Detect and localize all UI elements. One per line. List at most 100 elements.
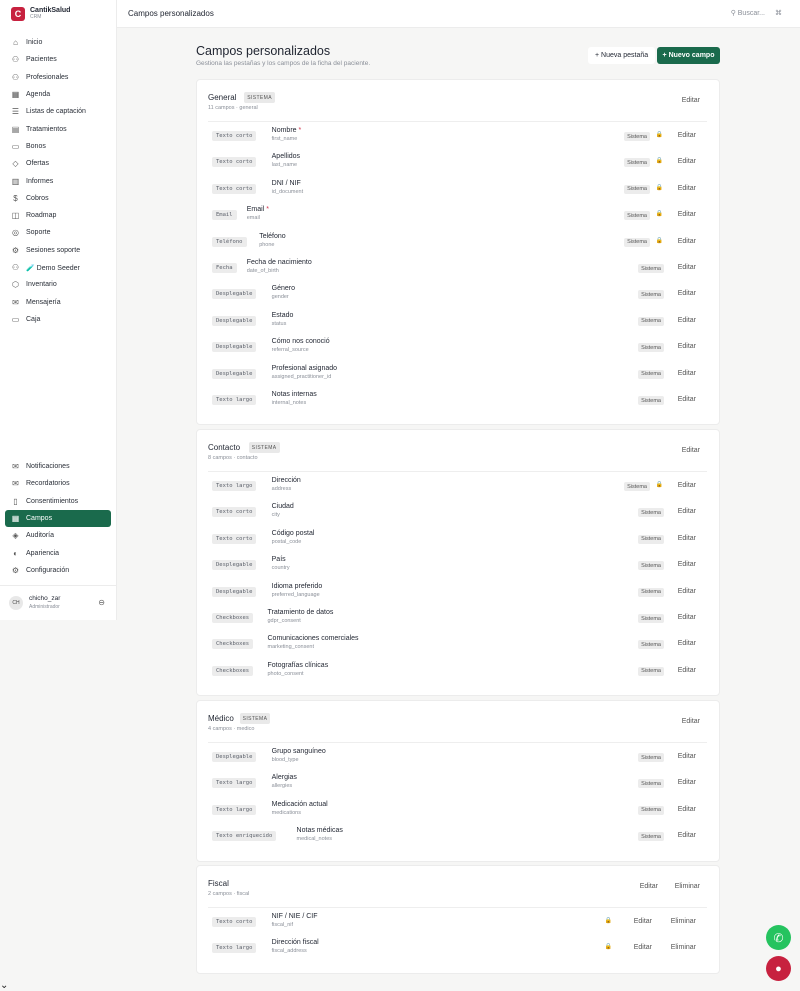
- system-field-badge: Sistema: [638, 614, 664, 623]
- sidebar-item-professionals[interactable]: ⚇ Profesionales: [5, 69, 111, 86]
- sidebar-item-payments[interactable]: $ Cobros: [5, 190, 111, 207]
- logout-icon[interactable]: ⊖: [98, 598, 105, 607]
- edit-field-button[interactable]: Editar: [678, 264, 696, 271]
- sidebar-item-roadmap[interactable]: ◫ Roadmap: [5, 207, 111, 224]
- delete-section-button[interactable]: Eliminar: [675, 883, 700, 890]
- sidebar-item-voucher[interactable]: ▭ Bonos: [5, 138, 111, 155]
- sidebar-item-seeder[interactable]: ⚇ 🧪 Demo Seeder: [5, 259, 111, 276]
- field-name: Género: [272, 285, 295, 292]
- sidebar-item-tag[interactable]: ◇ Ofertas: [5, 155, 111, 172]
- edit-field-button[interactable]: Editar: [678, 343, 696, 350]
- delete-field-button[interactable]: Eliminar: [671, 918, 696, 925]
- field-row: Desplegable Grupo sanguíneo blood_type Sist…: [212, 745, 707, 771]
- field-type-badge: Texto corto: [212, 157, 257, 168]
- sidebar-item-message[interactable]: ✉ Mensajería: [5, 293, 111, 310]
- edit-field-button[interactable]: Editar: [678, 667, 696, 674]
- brand[interactable]: C CantikSalud CRM: [0, 0, 116, 28]
- sidebar-item-audit[interactable]: ◈ Auditoría: [5, 527, 111, 544]
- field-row: Texto corto NIF / NIE / CIF fiscal_nif 🔒 Edi…: [212, 910, 707, 936]
- box-icon: ⬡: [12, 280, 19, 290]
- sidebar-item-cash[interactable]: ▭ Caja: [5, 311, 111, 328]
- field-type-badge: Checkboxes: [212, 665, 254, 676]
- edit-field-button[interactable]: Editar: [678, 158, 696, 165]
- sidebar-item-label: Profesionales: [26, 73, 69, 81]
- edit-field-button[interactable]: Editar: [678, 779, 696, 786]
- field-type-badge: Desplegable: [212, 368, 257, 379]
- shortcut-icon[interactable]: ⌘: [775, 9, 782, 17]
- edit-field-button[interactable]: Editar: [634, 944, 652, 951]
- system-field-badge: Sistema: [638, 640, 664, 650]
- edit-field-button[interactable]: Editar: [678, 370, 696, 377]
- sidebar-item-label: Roadmap: [26, 212, 57, 220]
- edit-field-button[interactable]: Editar: [678, 832, 696, 839]
- chevron-down-icon[interactable]: ⌄: [0, 980, 8, 991]
- treatments-icon: ▤: [11, 124, 20, 134]
- sidebar-item-document[interactable]: ▯ Consentimientos: [5, 493, 111, 510]
- sidebar-item-label: Inicio: [26, 39, 43, 47]
- cash-icon: ▭: [11, 314, 20, 324]
- field-key: preferred_language: [271, 591, 320, 598]
- system-field-badge: Sistema: [624, 237, 650, 247]
- system-field-badge: Sistema: [638, 396, 664, 405]
- lock-icon: 🔒: [604, 944, 613, 951]
- edit-field-button[interactable]: Editar: [634, 918, 652, 925]
- sidebar-item-sessions[interactable]: ⚙ Sesiones soporte: [5, 242, 111, 259]
- edit-field-button[interactable]: Editar: [678, 614, 696, 621]
- field-name-text: DNI / NIF: [271, 179, 301, 187]
- chat-button[interactable]: ●: [766, 956, 791, 981]
- edit-field-button[interactable]: Editar: [678, 640, 696, 647]
- sidebar-item-settings[interactable]: ⚙ Configuración: [5, 562, 111, 579]
- sidebar-item-fields[interactable]: ▦ Campos: [5, 509, 111, 528]
- edit-field-button[interactable]: Editar: [678, 482, 696, 489]
- new-field-button[interactable]: + Nuevo campo: [657, 47, 720, 64]
- edit-field-button[interactable]: Editar: [678, 132, 696, 139]
- sidebar-item-users[interactable]: ⚇ Pacientes: [5, 51, 111, 68]
- system-field-badge: Sistema: [638, 316, 664, 326]
- edit-section-button[interactable]: Editar: [682, 447, 700, 454]
- sidebar-item-treatments[interactable]: ▤ Tratamientos: [5, 120, 111, 137]
- whatsapp-button[interactable]: ✆: [766, 925, 791, 950]
- edit-field-button[interactable]: Editar: [678, 588, 696, 595]
- sidebar-item-globe[interactable]: ◎ Soporte: [5, 224, 111, 241]
- user-profile[interactable]: CH chicho_zar Administrador ⊖: [0, 585, 117, 620]
- edit-field-button[interactable]: Editar: [678, 535, 696, 542]
- field-row: Texto largo Dirección address Sistema 🔒 Edita…: [212, 474, 707, 500]
- users-icon: ⚇: [11, 55, 20, 65]
- new-tab-button[interactable]: + Nueva pestaña: [588, 47, 656, 64]
- edit-section-button[interactable]: Editar: [682, 97, 700, 104]
- sidebar-item-home[interactable]: ⌂ Inicio: [5, 34, 111, 51]
- field-name: Grupo sanguíneo: [272, 748, 326, 755]
- edit-field-button[interactable]: Editar: [678, 806, 696, 813]
- sidebar-item-label: Tratamientos: [26, 125, 67, 133]
- sidebar-item-reminder[interactable]: ✉ Recordatorios: [5, 475, 111, 492]
- search-input[interactable]: ⚲ Buscar...: [731, 9, 765, 17]
- delete-field-button[interactable]: Eliminar: [671, 944, 696, 951]
- sidebar-item-list[interactable]: ☰ Listas de captación: [5, 103, 111, 120]
- edit-field-button[interactable]: Editar: [678, 238, 696, 245]
- sidebar-item-calendar[interactable]: ▦ Agenda: [5, 86, 111, 103]
- sidebar-item-chart[interactable]: ▥ Informes: [5, 172, 111, 189]
- globe-icon: ◎: [12, 228, 19, 238]
- edit-field-button[interactable]: Editar: [678, 211, 696, 218]
- appearance-icon: ◐: [13, 548, 18, 558]
- field-key: gdpr_consent: [267, 618, 301, 624]
- brand-name: CantikSalud: [30, 7, 71, 14]
- system-field-badge: Sistema: [624, 132, 650, 141]
- edit-section-button[interactable]: Editar: [640, 883, 658, 890]
- sidebar-item-mail[interactable]: ✉ Notificaciones: [5, 458, 111, 475]
- settings-icon: ⚙: [11, 565, 20, 575]
- edit-field-button[interactable]: Editar: [678, 508, 696, 515]
- sidebar-item-appearance[interactable]: ◐ Apariencia: [5, 544, 111, 561]
- edit-field-button[interactable]: Editar: [678, 317, 696, 324]
- lock-icon: 🔒: [655, 482, 664, 488]
- edit-field-button[interactable]: Editar: [678, 396, 696, 403]
- edit-section-button[interactable]: Editar: [682, 718, 700, 725]
- field-name: Tratamiento de datos: [268, 609, 334, 616]
- sidebar-item-box[interactable]: ⬡ Inventario: [5, 276, 111, 293]
- edit-field-button[interactable]: Editar: [678, 185, 696, 192]
- field-key: id_document: [271, 188, 304, 195]
- field-name-text: Idioma preferido: [271, 582, 323, 590]
- edit-field-button[interactable]: Editar: [678, 561, 696, 568]
- edit-field-button[interactable]: Editar: [678, 753, 696, 760]
- edit-field-button[interactable]: Editar: [678, 290, 696, 297]
